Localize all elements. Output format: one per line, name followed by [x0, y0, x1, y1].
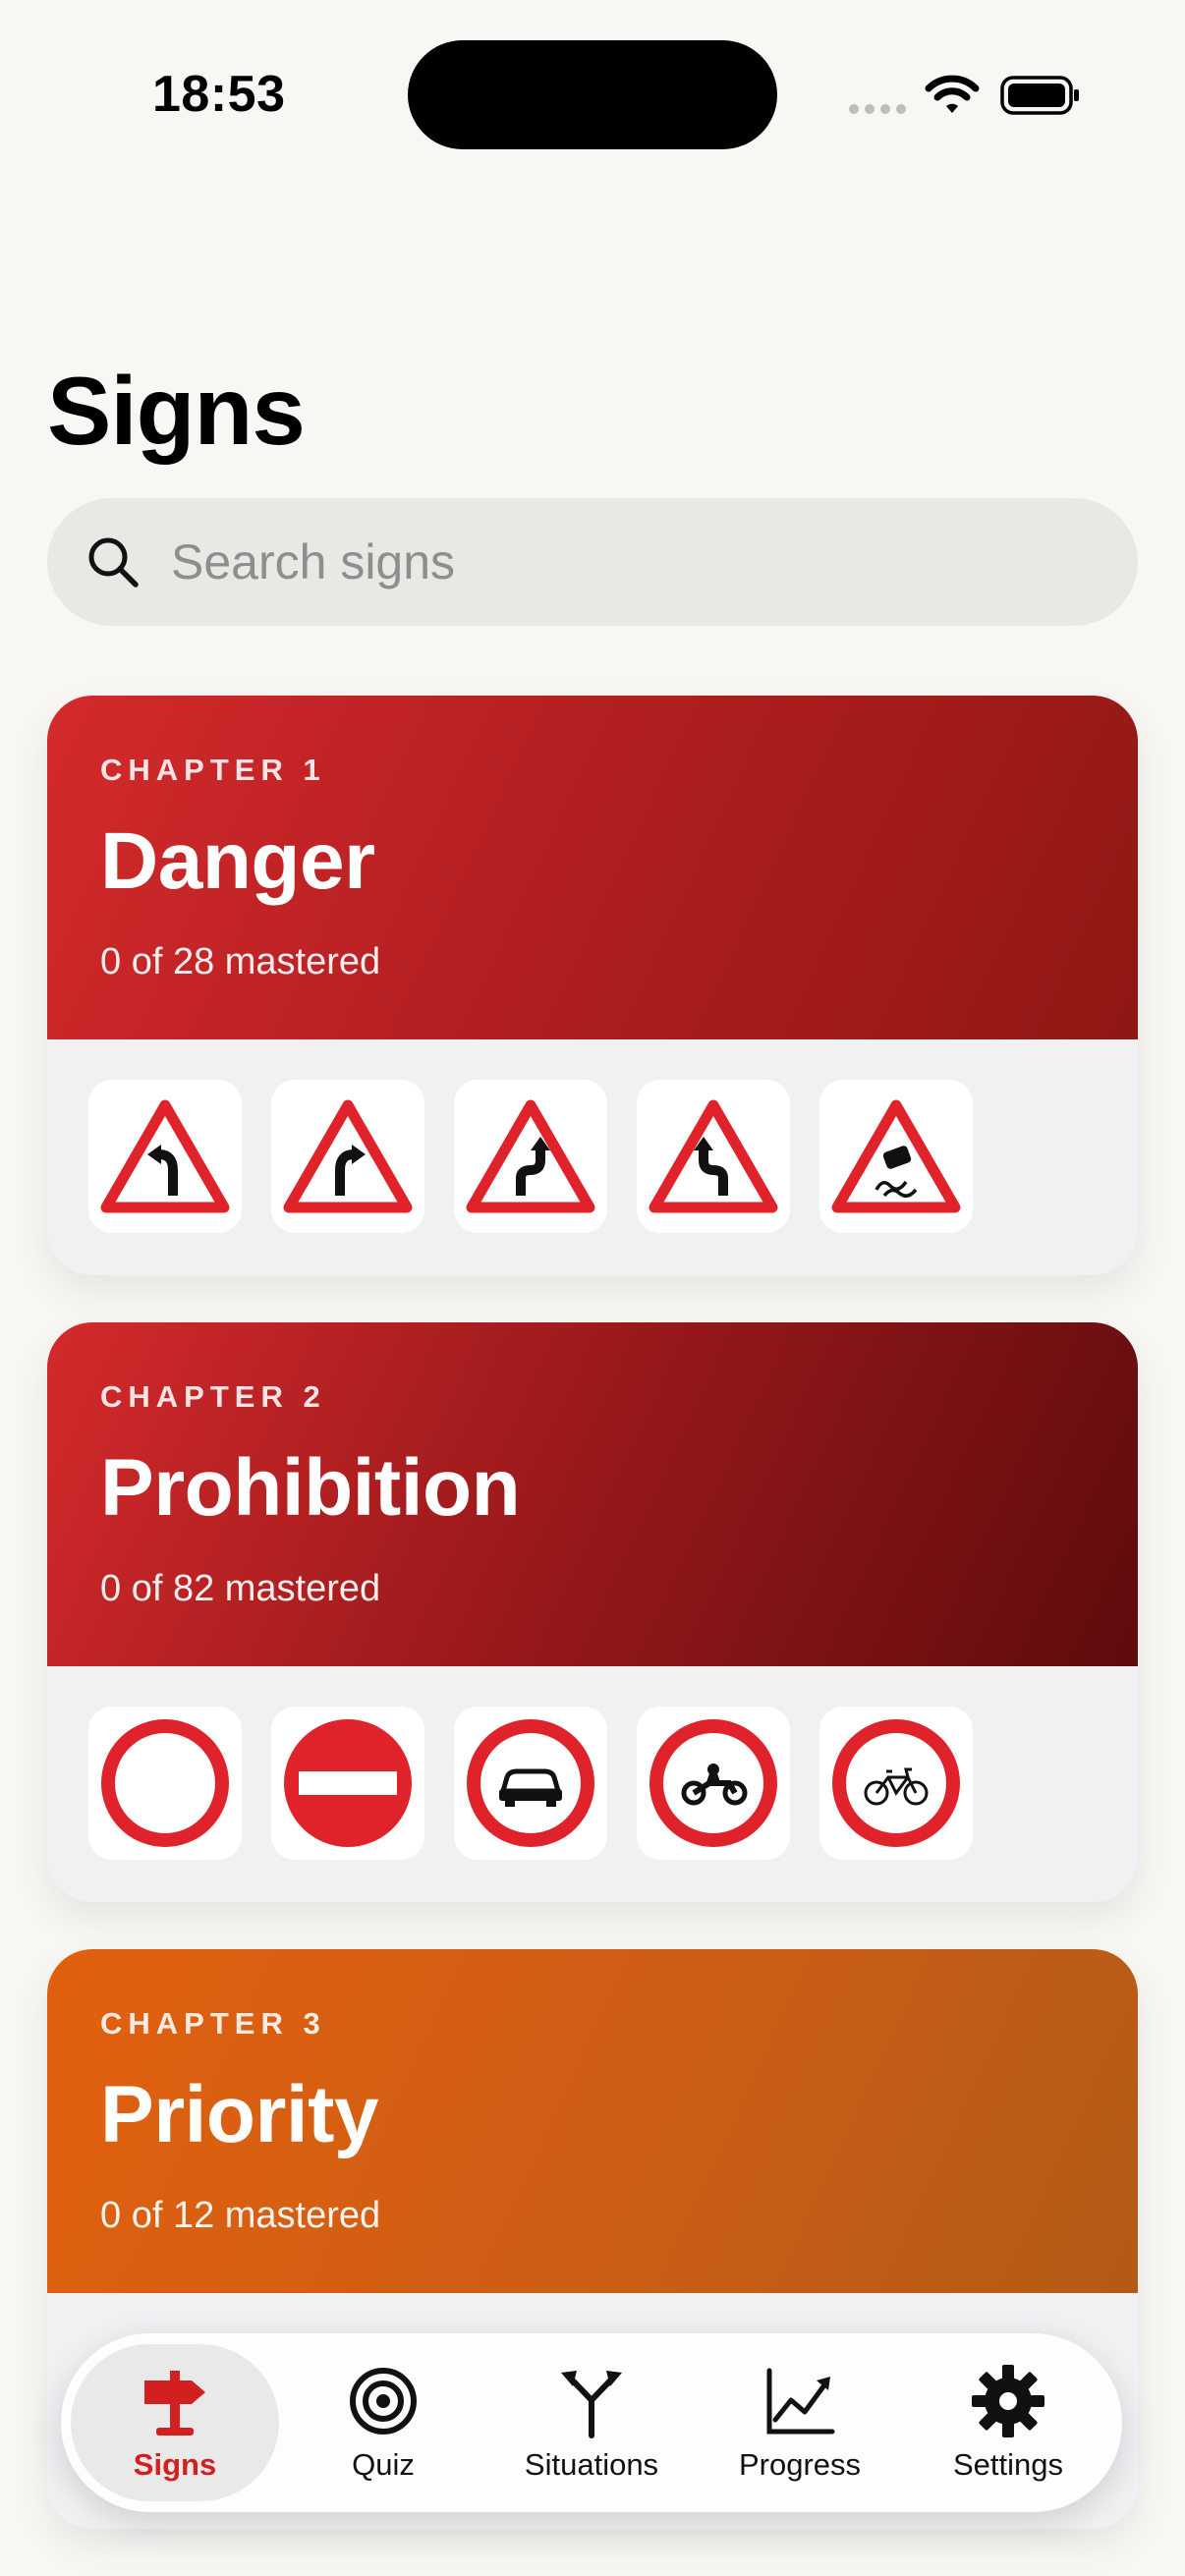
double-bend-sign-icon — [649, 1099, 778, 1213]
sharp-left-bend-sign-icon — [100, 1099, 230, 1213]
sign-thumb[interactable] — [88, 1080, 242, 1233]
chapter-title: Prohibition — [100, 1443, 521, 1533]
chapter-label: CHAPTER 3 — [100, 2006, 326, 2041]
sharp-right-bend-sign-icon — [283, 1099, 413, 1213]
tab-signs[interactable]: Signs — [71, 2344, 279, 2501]
chapter-progress: 0 of 82 mastered — [100, 1568, 381, 1609]
sign-thumb[interactable] — [819, 1080, 973, 1233]
tab-label: Situations — [524, 2447, 659, 2482]
no-cars-sign-icon — [467, 1719, 594, 1847]
tab-label: Settings — [952, 2447, 1063, 2482]
sign-thumb[interactable] — [637, 1707, 790, 1860]
no-vehicles-sign-icon — [101, 1719, 229, 1847]
tab-label: Quiz — [352, 2447, 415, 2482]
tab-bar: Signs Quiz Situations Progress Settings — [61, 2333, 1122, 2512]
signpost-icon — [144, 2371, 205, 2436]
tab-quiz[interactable]: Quiz — [279, 2344, 487, 2501]
wifi-icon — [925, 75, 980, 113]
no-bicycles-sign-icon — [832, 1719, 960, 1847]
sign-thumb[interactable] — [637, 1080, 790, 1233]
tab-progress[interactable]: Progress — [696, 2344, 904, 2501]
chapter-label: CHAPTER 1 — [100, 753, 326, 787]
chapter-header: CHAPTER 2 Prohibition 0 of 82 mastered — [47, 1322, 1138, 1666]
app-screen: 18:53 Signs CHAPTER 1 Danger 0 of 28 mas… — [0, 0, 1185, 2576]
sign-thumb[interactable] — [271, 1080, 424, 1233]
sign-thumb[interactable] — [454, 1707, 607, 1860]
sign-thumb[interactable] — [271, 1707, 424, 1860]
gear-icon — [972, 2365, 1044, 2437]
tab-situations[interactable]: Situations — [487, 2344, 696, 2501]
sign-thumbnails — [88, 1707, 973, 1860]
page-title: Signs — [47, 357, 306, 465]
search-bar[interactable] — [47, 498, 1138, 626]
chapter-progress: 0 of 12 mastered — [100, 2195, 381, 2236]
search-icon — [88, 537, 139, 588]
chapter-card-prohibition[interactable]: CHAPTER 2 Prohibition 0 of 82 mastered — [47, 1322, 1138, 1902]
chapter-title: Danger — [100, 816, 375, 906]
no-motorcycles-sign-icon — [649, 1719, 777, 1847]
sign-thumb[interactable] — [454, 1080, 607, 1233]
chapter-title: Priority — [100, 2070, 379, 2159]
slippery-road-sign-icon — [831, 1099, 961, 1213]
search-input[interactable] — [171, 533, 1055, 590]
target-icon — [350, 2368, 417, 2435]
chart-icon — [766, 2368, 835, 2435]
status-time: 18:53 — [152, 66, 286, 123]
tab-settings[interactable]: Settings — [904, 2344, 1112, 2501]
battery-icon — [1000, 76, 1079, 115]
chapter-progress: 0 of 28 mastered — [100, 941, 381, 982]
chapter-header: CHAPTER 1 Danger 0 of 28 mastered — [47, 696, 1138, 1039]
double-bend-sign-icon — [466, 1099, 595, 1213]
chapter-label: CHAPTER 2 — [100, 1379, 326, 1414]
fork-icon — [561, 2371, 622, 2438]
chapter-header: CHAPTER 3 Priority 0 of 12 mastered — [47, 1949, 1138, 2293]
cellular-signal-icon — [849, 104, 906, 114]
sign-thumbnails — [88, 1080, 973, 1233]
tab-label: Progress — [738, 2447, 862, 2482]
dynamic-island — [408, 40, 777, 149]
sign-thumb[interactable] — [819, 1707, 973, 1860]
sign-thumb[interactable] — [88, 1707, 242, 1860]
chapter-card-danger[interactable]: CHAPTER 1 Danger 0 of 28 mastered — [47, 696, 1138, 1275]
tab-label: Signs — [133, 2447, 217, 2482]
no-entry-sign-icon — [284, 1719, 412, 1847]
